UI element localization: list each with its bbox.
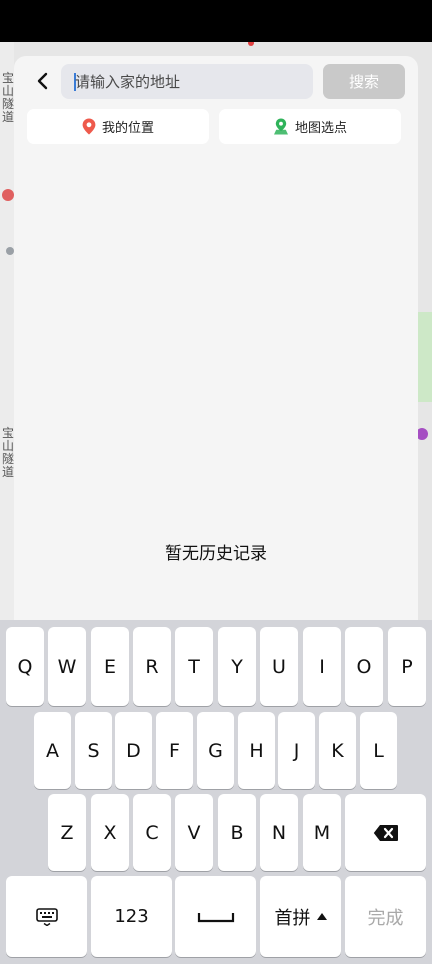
empty-history-message: 暂无历史记录: [165, 544, 267, 564]
key-v[interactable]: V: [175, 794, 213, 871]
back-button[interactable]: [30, 68, 54, 94]
key-x[interactable]: X: [91, 794, 129, 871]
my-location-label: 我的位置: [101, 121, 154, 136]
key-l[interactable]: L: [360, 712, 397, 789]
map-pick-button[interactable]: 地图选点: [219, 109, 401, 144]
key-z[interactable]: Z: [48, 794, 86, 871]
search-field[interactable]: [61, 64, 313, 99]
key-a[interactable]: A: [34, 712, 71, 789]
key-f[interactable]: F: [156, 712, 193, 789]
key-m[interactable]: M: [303, 794, 341, 871]
map-park-area: [416, 312, 432, 402]
key-j[interactable]: J: [278, 712, 315, 789]
input-method-key[interactable]: 首拼: [260, 876, 341, 957]
key-r[interactable]: R: [133, 627, 171, 706]
key-g[interactable]: G: [197, 712, 234, 789]
key-q[interactable]: Q: [6, 627, 44, 706]
address-search-input[interactable]: [75, 64, 307, 99]
space-bar-icon: [197, 912, 234, 922]
key-y[interactable]: Y: [218, 627, 256, 706]
backspace-icon: [373, 824, 398, 841]
key-w[interactable]: W: [48, 627, 86, 706]
map-poi-icon: [6, 247, 14, 255]
my-location-button[interactable]: 我的位置: [27, 109, 209, 144]
input-method-label: 首拼: [274, 907, 311, 929]
map-road-label: 宝山隧道: [2, 426, 15, 479]
chevron-left-icon: [37, 72, 48, 90]
map-road-label: 宝山隧道: [2, 71, 15, 124]
on-screen-keyboard: Q W E R T Y U I O P A S D F G H J K L Z …: [0, 620, 432, 964]
map-poi-icon: [248, 42, 254, 46]
caret-up-icon: [316, 913, 327, 920]
key-i[interactable]: I: [303, 627, 341, 706]
keyboard-settings-key[interactable]: [6, 876, 87, 957]
keyboard-icon: [35, 907, 58, 926]
backspace-key[interactable]: [345, 794, 426, 871]
map-pin-icon: [273, 118, 288, 135]
done-key[interactable]: 完成: [345, 876, 426, 957]
key-k[interactable]: K: [319, 712, 356, 789]
key-s[interactable]: S: [75, 712, 112, 789]
search-button[interactable]: 搜索: [323, 64, 405, 99]
numbers-key[interactable]: 123: [91, 876, 172, 957]
key-b[interactable]: B: [218, 794, 256, 871]
key-n[interactable]: N: [260, 794, 298, 871]
location-pin-icon: [82, 118, 96, 135]
key-t[interactable]: T: [175, 627, 213, 706]
key-p[interactable]: P: [388, 627, 426, 706]
key-d[interactable]: D: [115, 712, 152, 789]
space-key[interactable]: [175, 876, 256, 957]
key-c[interactable]: C: [133, 794, 171, 871]
key-u[interactable]: U: [260, 627, 298, 706]
map-poi-icon: [2, 189, 14, 201]
key-h[interactable]: H: [238, 712, 275, 789]
key-o[interactable]: O: [345, 627, 383, 706]
key-e[interactable]: E: [91, 627, 129, 706]
map-pick-label: 地图选点: [294, 121, 347, 136]
